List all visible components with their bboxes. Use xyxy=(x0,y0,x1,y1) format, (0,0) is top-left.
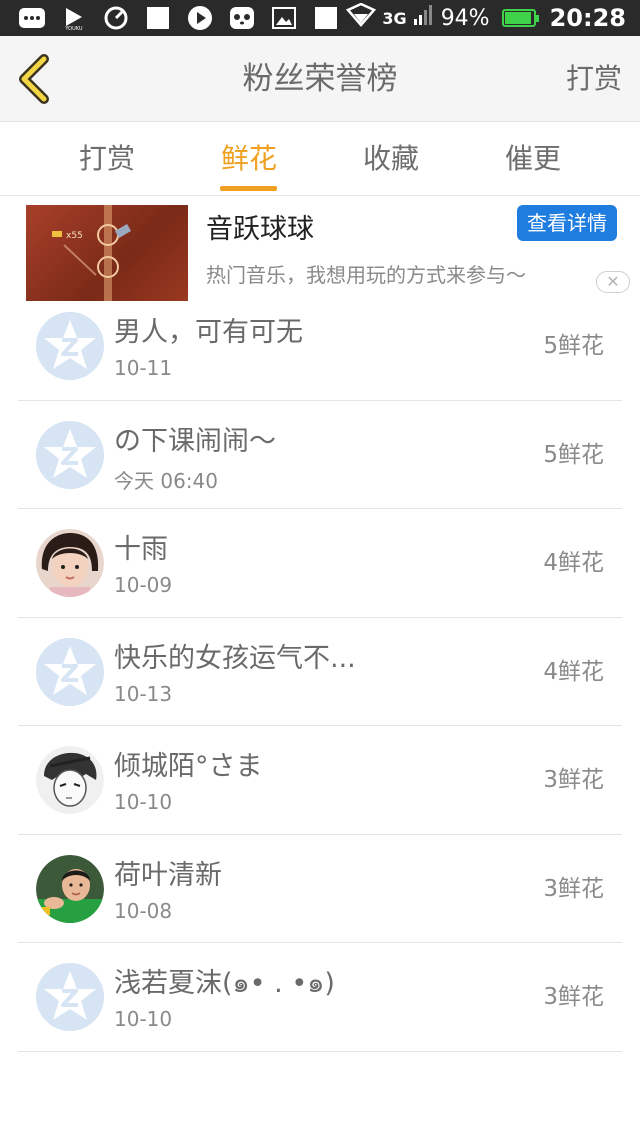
close-icon: ✕ xyxy=(606,272,620,291)
message-icon xyxy=(18,5,46,31)
tab-urge-update[interactable]: 催更 xyxy=(462,122,604,196)
active-tab-indicator xyxy=(220,186,277,191)
flower-count: 5鲜花 xyxy=(543,333,604,359)
image-icon xyxy=(270,5,298,31)
list-item[interactable]: の下课闹闹～ 今天 06:40 5鲜花 xyxy=(18,401,622,509)
flower-count: 3鲜花 xyxy=(543,875,604,902)
square-icon xyxy=(312,5,340,31)
fan-name: 快乐的女孩运气不... xyxy=(114,642,356,674)
default-avatar-icon[interactable] xyxy=(36,637,104,706)
default-avatar-icon[interactable] xyxy=(36,312,104,380)
youku-icon: YOUKU xyxy=(60,5,88,31)
ad-banner[interactable]: x55 音跃球球 查看详情 热门音乐，我想用玩的方式来参与～ ✕ xyxy=(0,197,640,303)
speedometer-icon xyxy=(102,5,130,31)
default-avatar-icon[interactable] xyxy=(36,963,104,1031)
tab-bar: 打赏 鲜花 收藏 催更 xyxy=(0,122,640,196)
status-bar: YOUKU 3G 94% 20:28 xyxy=(0,0,640,36)
flower-count: 5鲜花 xyxy=(543,441,604,468)
fan-date: 10-11 xyxy=(114,356,173,380)
system-indicators: 3G 94% 20:28 xyxy=(346,0,626,36)
fan-name: 十雨 xyxy=(114,534,168,565)
list-item[interactable]: 男人，可有可无 10-11 5鲜花 xyxy=(18,292,622,401)
ad-description: 热门音乐，我想用玩的方式来参与～ xyxy=(206,263,526,287)
flower-count: 3鲜花 xyxy=(543,984,604,1010)
ad-title: 音跃球球 xyxy=(206,214,314,245)
page-title: 粉丝荣誉榜 xyxy=(242,61,398,97)
square-icon xyxy=(144,5,172,31)
flower-count: 3鲜花 xyxy=(543,767,604,793)
battery-level xyxy=(504,12,531,24)
ad-image[interactable]: x55 xyxy=(26,205,188,301)
list-item[interactable]: 浅若夏沫(๑• . •๑) 10-10 3鲜花 xyxy=(18,943,622,1052)
app-header: 粉丝荣誉榜 打赏 xyxy=(0,36,640,122)
flower-count: 4鲜花 xyxy=(543,658,604,685)
fan-date: 10-10 xyxy=(114,1007,173,1031)
notification-icons: YOUKU xyxy=(18,4,340,32)
fan-ranking-list: 男人，可有可无 10-11 5鲜花 の下课闹闹～ 今天 06:40 5鲜花 十雨 10-09 4… xyxy=(18,292,622,1052)
fan-date: 10-10 xyxy=(114,790,173,814)
tab-reward[interactable]: 打赏 xyxy=(36,122,178,196)
fan-name: 荷叶清新 xyxy=(114,859,222,891)
svg-text:YOUKU: YOUKU xyxy=(64,26,83,31)
battery-icon xyxy=(501,9,539,27)
fan-date: 今天 06:40 xyxy=(114,468,218,493)
video-icon xyxy=(186,5,214,31)
fan-name: の下课闹闹～ xyxy=(114,425,276,457)
fan-name: 浅若夏沫(๑• . •๑) xyxy=(114,968,335,999)
list-item[interactable]: 快乐的女孩运气不... 10-13 4鲜花 xyxy=(18,618,622,726)
avatar[interactable] xyxy=(36,529,104,597)
fan-name: 男人，可有可无 xyxy=(114,317,303,348)
fan-date: 10-09 xyxy=(114,573,173,597)
fan-date: 10-13 xyxy=(114,681,173,706)
avatar[interactable] xyxy=(36,746,104,814)
list-item[interactable]: 倾城陌°さま 10-10 3鲜花 xyxy=(18,726,622,835)
network-type: 3G xyxy=(382,8,407,28)
avatar[interactable] xyxy=(36,854,104,923)
fan-name: 倾城陌°さま xyxy=(114,751,263,782)
list-item[interactable]: 十雨 10-09 4鲜花 xyxy=(18,509,622,618)
fan-date: 10-08 xyxy=(114,898,173,923)
default-avatar-icon[interactable] xyxy=(36,420,104,489)
wifi-icon xyxy=(346,2,377,33)
close-ad-button[interactable]: ✕ xyxy=(596,271,630,293)
tab-favorites[interactable]: 收藏 xyxy=(320,122,462,196)
flower-count: 4鲜花 xyxy=(543,550,604,576)
ad-details-button[interactable]: 查看详情 xyxy=(517,205,617,241)
signal-icon xyxy=(413,3,435,33)
tab-flowers[interactable]: 鲜花 xyxy=(178,122,320,196)
battery-percent: 94% xyxy=(440,5,490,31)
ad-image-score: x55 xyxy=(66,231,83,241)
reward-button[interactable]: 打赏 xyxy=(566,36,622,122)
panda-icon xyxy=(228,5,256,31)
clock: 20:28 xyxy=(549,4,626,32)
list-item[interactable]: 荷叶清新 10-08 3鲜花 xyxy=(18,835,622,943)
